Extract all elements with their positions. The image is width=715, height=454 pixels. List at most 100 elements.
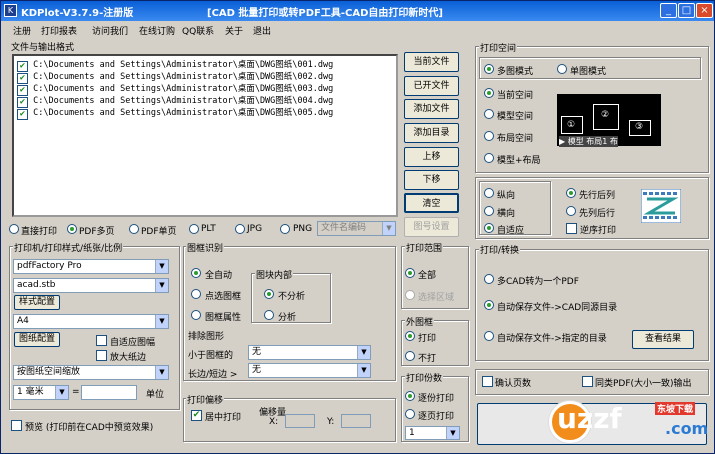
portrait-label: 纵向 <box>497 191 516 201</box>
offset-x-label: X: <box>269 417 279 427</box>
radio-auto-orient[interactable] <box>484 223 494 233</box>
name-encoding-select[interactable]: 文件名编码 ▼ <box>317 221 396 236</box>
move-up-button[interactable]: 上移 <box>404 147 459 167</box>
radio-png[interactable] <box>280 224 290 234</box>
radio-range-all[interactable] <box>405 268 415 278</box>
row-first-label: 先行后列 <box>579 191 616 201</box>
title-bar: K KDPlot-V3.7.9-注册版 [CAD 批量打印或转PDF工具-CAD… <box>1 1 714 21</box>
radio-multi-mode[interactable] <box>484 64 494 74</box>
preview-checkbox[interactable] <box>11 420 22 431</box>
radio-direct-print[interactable] <box>9 224 19 234</box>
layout-space-label: 布局空间 <box>497 134 534 144</box>
same-pdf-checkbox[interactable] <box>582 376 593 387</box>
radio-pdf-single[interactable] <box>129 224 139 234</box>
radio-single-mode[interactable] <box>557 64 567 74</box>
copies-select[interactable]: 1 ▼ <box>405 426 460 440</box>
scale-mode-select[interactable]: 按图纸空间缩放 ▼ <box>13 365 169 380</box>
radio-pick-frame[interactable] <box>191 289 201 299</box>
auto-fit-checkbox[interactable] <box>96 335 107 346</box>
number-setting-button[interactable]: 图号设置 <box>404 217 459 237</box>
no-split-label: 不分析 <box>278 292 306 302</box>
clear-button[interactable]: 清空 <box>404 193 459 213</box>
radio-range-select[interactable] <box>405 290 415 300</box>
watermark-brand: uzzf <box>557 402 622 435</box>
menu-qq[interactable]: QQ联系 <box>182 24 214 37</box>
menu-exit[interactable]: 退出 <box>253 24 271 37</box>
radio-model-space[interactable] <box>484 109 494 119</box>
printer-select[interactable]: pdfFactory Pro ▼ <box>13 259 169 274</box>
radio-by-page[interactable] <box>405 409 415 419</box>
file-list[interactable]: ✔ C:\Documents and Settings\Administrato… <box>12 54 398 217</box>
scale-unit-select[interactable]: 1 毫米 ▼ <box>13 385 69 400</box>
main-window: K KDPlot-V3.7.9-注册版 [CAD 批量打印或转PDF工具-CAD… <box>0 0 715 454</box>
plot-style-select[interactable]: acad.stb ▼ <box>13 278 169 293</box>
paper-select[interactable]: A4 ▼ <box>13 314 169 329</box>
radio-frame-attr[interactable] <box>191 310 201 320</box>
radio-portrait[interactable] <box>484 188 494 198</box>
list-item[interactable]: ✔ C:\Documents and Settings\Administrato… <box>17 58 333 72</box>
radio-jpg[interactable] <box>235 224 245 234</box>
add-directory-button[interactable]: 添加目录 <box>404 123 459 143</box>
less-than-select[interactable]: 无 ▼ <box>248 345 371 360</box>
edge-ratio-select[interactable]: 无 ▼ <box>248 363 371 378</box>
printer-group-label: 打印机/打印样式/纸张/比例 <box>13 241 124 254</box>
center-print-label: 居中打印 <box>205 413 242 423</box>
watermark-logo: uzzf 东坡下载 .com <box>549 397 709 447</box>
jpg-label: JPG <box>247 224 263 234</box>
add-file-button[interactable]: 添加文件 <box>404 99 459 119</box>
list-item[interactable]: ✔ C:\Documents and Settings\Administrato… <box>17 94 333 108</box>
preview-tabs: ▶ 模型 布局1 布 <box>559 136 618 147</box>
auto-specified-dir-label: 自动保存文件->指定的目录 <box>497 334 607 344</box>
enlarge-margin-checkbox[interactable] <box>96 350 107 361</box>
radio-landscape[interactable] <box>484 206 494 216</box>
radio-pdf-multi[interactable] <box>67 224 77 234</box>
exclude-label: 排除图形 <box>188 332 225 342</box>
list-item[interactable]: ✔ C:\Documents and Settings\Administrato… <box>17 82 333 96</box>
close-icon[interactable]: × <box>696 3 713 18</box>
radio-plt[interactable] <box>189 224 199 234</box>
confirm-pages-checkbox[interactable] <box>482 376 493 387</box>
radio-row-first[interactable] <box>566 188 576 198</box>
radio-model-layout[interactable] <box>484 153 494 163</box>
list-item[interactable]: ✔ C:\Documents and Settings\Administrato… <box>17 70 333 84</box>
by-copy-label: 逐份打印 <box>418 394 455 404</box>
radio-col-first[interactable] <box>566 206 576 216</box>
center-print-checkbox[interactable]: ✔ <box>191 410 202 421</box>
app-name: KDPlot-V3.7.9-注册版 <box>21 8 134 19</box>
radio-outer-noprint[interactable] <box>405 351 415 361</box>
radio-by-copy[interactable] <box>405 391 415 401</box>
menu-visit[interactable]: 访问我们 <box>92 24 128 37</box>
preview-label-3: ③ <box>635 122 644 132</box>
radio-auto-same-dir[interactable] <box>484 300 494 310</box>
radio-auto-specified-dir[interactable] <box>484 331 494 341</box>
scale-value-input[interactable] <box>81 385 137 400</box>
menu-about[interactable]: 关于 <box>225 24 243 37</box>
radio-outer-print[interactable] <box>405 331 415 341</box>
radio-auto-frame[interactable] <box>191 268 201 278</box>
offset-y-label: Y: <box>327 417 335 427</box>
watermark-sub: 东坡下载 <box>655 402 696 415</box>
radio-split[interactable] <box>264 310 274 320</box>
radio-current-space[interactable] <box>484 88 494 98</box>
offset-group-label: 打印偏移 <box>186 393 225 406</box>
offset-y-input[interactable] <box>341 414 371 428</box>
reverse-print-checkbox[interactable] <box>566 223 577 234</box>
model-layout-label: 模型+布局 <box>497 156 541 166</box>
minimize-icon[interactable]: _ <box>660 3 677 18</box>
move-down-button[interactable]: 下移 <box>404 170 459 190</box>
radio-layout-space[interactable] <box>484 131 494 141</box>
view-result-button[interactable]: 查看结果 <box>632 330 694 349</box>
radio-multi-one-pdf[interactable] <box>484 274 494 284</box>
list-item[interactable]: ✔ C:\Documents and Settings\Administrato… <box>17 106 333 120</box>
menu-register[interactable]: 注册 <box>13 24 31 37</box>
opened-file-button[interactable]: 已开文件 <box>404 76 459 96</box>
print-space-group-label: 打印空间 <box>479 41 518 54</box>
radio-no-split[interactable] <box>264 289 274 299</box>
style-config-button[interactable]: 样式配置 <box>14 295 60 310</box>
offset-x-input[interactable] <box>285 414 315 428</box>
maximize-icon[interactable]: □ <box>678 3 695 18</box>
paper-config-button[interactable]: 图纸配置 <box>14 332 60 347</box>
current-file-button[interactable]: 当前文件 <box>404 52 459 72</box>
menu-order[interactable]: 在线订购 <box>139 24 175 37</box>
menu-print-report[interactable]: 打印报表 <box>41 24 77 37</box>
